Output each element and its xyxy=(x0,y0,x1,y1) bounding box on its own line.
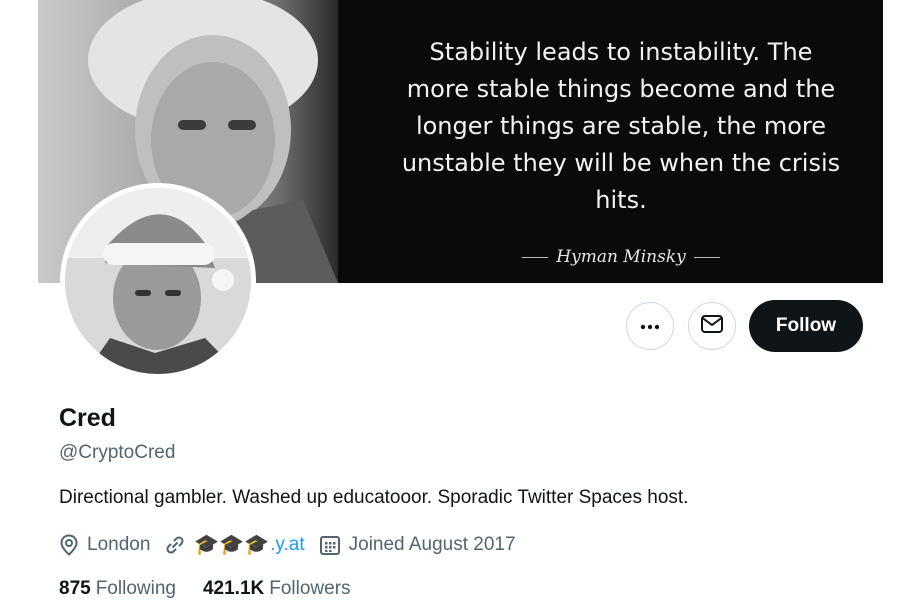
quote-line: Stability leads to instability. The xyxy=(429,38,813,66)
joined-label: Joined August 2017 xyxy=(348,534,516,555)
more-button[interactable] xyxy=(626,302,674,350)
user-handle: @CryptoCred xyxy=(59,442,176,463)
graduation-cap-emojis: 🎓🎓🎓 xyxy=(194,534,270,556)
profile-bio: Directional gambler. Washed up educatooo… xyxy=(59,487,689,508)
calendar-icon xyxy=(319,536,340,555)
quote-line: hits. xyxy=(595,186,647,214)
follow-button[interactable]: Follow xyxy=(749,300,863,352)
quote-author: Hyman Minsky xyxy=(378,247,864,267)
message-button[interactable] xyxy=(688,302,736,350)
quote-author-name: Hyman Minsky xyxy=(556,247,686,267)
divider xyxy=(522,257,549,258)
profile-link-text[interactable]: .y.at xyxy=(270,534,305,556)
profile-link[interactable]: 🎓🎓🎓 .y.at xyxy=(164,534,305,556)
quote-line: longer things are stable, the more xyxy=(415,112,827,140)
location-label: London xyxy=(87,534,151,555)
following-stat[interactable]: 875 Following xyxy=(59,578,176,600)
followers-label: Followers xyxy=(269,578,351,599)
more-horizontal-icon xyxy=(640,317,660,335)
display-name: Cred xyxy=(59,404,116,432)
location-pin-icon xyxy=(60,534,78,556)
link-icon xyxy=(166,536,184,554)
followers-count: 421.1K xyxy=(202,578,265,599)
profile-stats: 875 Following 421.1K Followers xyxy=(59,578,378,600)
avatar-photo xyxy=(65,188,251,374)
envelope-icon xyxy=(700,314,724,339)
banner-quote: Stability leads to instability. The more… xyxy=(378,34,864,219)
quote-line: more stable things become and the xyxy=(406,75,836,103)
divider xyxy=(693,257,720,258)
followers-stat[interactable]: 421.1K Followers xyxy=(203,578,351,600)
following-count: 875 xyxy=(59,578,91,599)
location: London xyxy=(59,534,150,556)
quote-line: unstable they will be when the crisis xyxy=(401,149,841,177)
avatar[interactable] xyxy=(60,183,256,379)
joined-date: Joined August 2017 xyxy=(319,534,516,556)
profile-meta: London 🎓🎓🎓 .y.at Joined August 2017 xyxy=(59,531,530,559)
following-label: Following xyxy=(95,578,176,599)
